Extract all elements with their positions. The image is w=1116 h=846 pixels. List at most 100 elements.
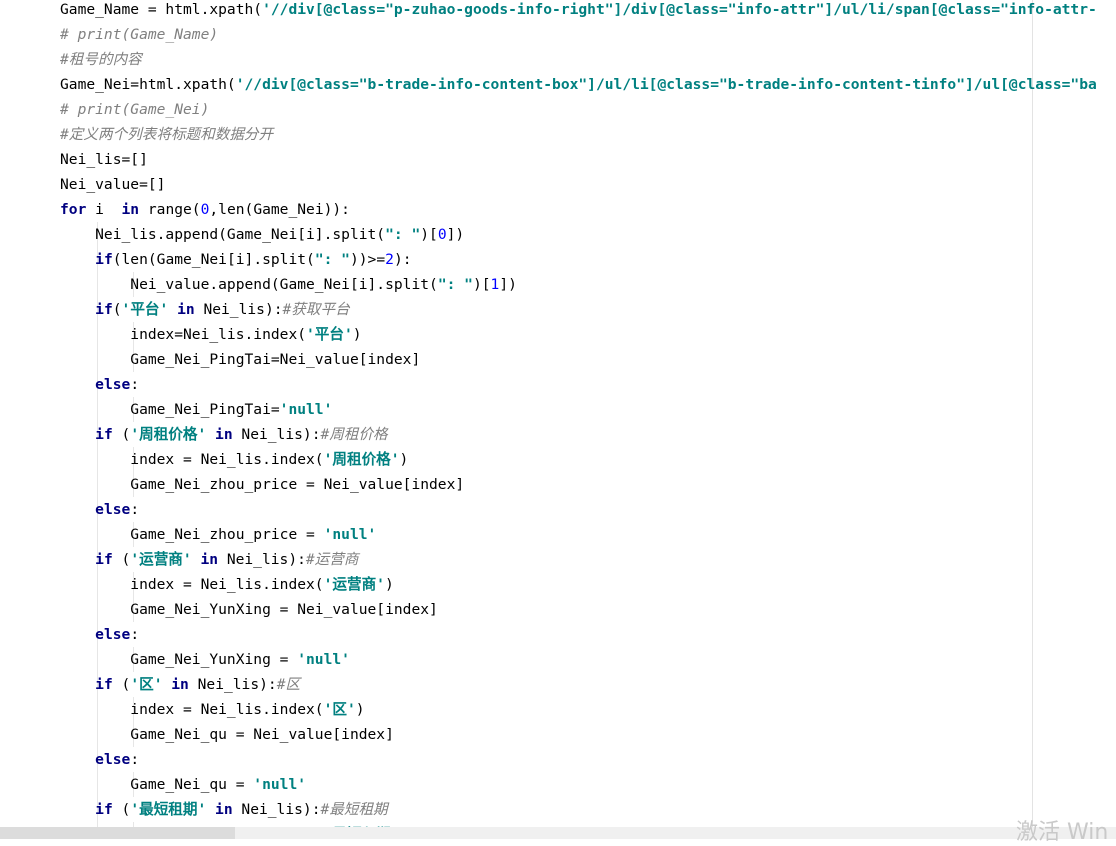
code-token: index = Nei_lis.index( — [60, 451, 324, 468]
code-token: Game_Nei_qu = — [60, 776, 254, 793]
code-token: Nei_lis): — [203, 301, 283, 318]
code-token: #周租价格 — [320, 426, 388, 443]
code-line[interactable]: Game_Nei_zhou_price = Nei_value[index] — [60, 472, 464, 497]
code-token: '运营商' — [323, 576, 385, 593]
code-token: in — [200, 551, 227, 568]
code-token: #定义两个列表将标题和数据分开 — [60, 126, 274, 143]
code-token: )[ — [420, 226, 438, 243]
code-token: )[ — [472, 276, 491, 293]
code-token: index=Nei_lis.index( — [60, 326, 307, 343]
code-line[interactable]: Nei_value.append(Game_Nei[i].split(": ")… — [60, 272, 517, 297]
code-line[interactable]: for i in range(0,len(Game_Nei)): — [60, 197, 350, 222]
code-token: ]) — [446, 226, 465, 243]
code-token: ": " — [314, 251, 350, 268]
code-line[interactable]: if(len(Game_Nei[i].split(": "))>=2): — [60, 247, 411, 272]
code-token: '区' — [130, 676, 172, 693]
code-line[interactable]: index=Nei_lis.index('平台') — [60, 322, 362, 347]
code-line[interactable]: else: — [60, 622, 139, 647]
code-token: ) — [352, 326, 362, 343]
code-token: Nei_value=[] — [60, 176, 166, 193]
code-token: if — [95, 301, 113, 318]
code-line[interactable]: # print(Game_Name) — [60, 22, 218, 47]
code-line[interactable]: #租号的内容 — [60, 47, 142, 72]
code-token: #最短租期 — [320, 801, 388, 818]
code-token: #获取平台 — [282, 301, 350, 318]
code-token: else — [95, 626, 131, 643]
code-line[interactable]: Game_Nei=html.xpath('//div[@class="b-tra… — [60, 72, 1097, 97]
code-token: in — [215, 801, 242, 818]
code-line[interactable]: if ('最短租期' in Nei_lis):#最短租期 — [60, 797, 388, 822]
code-line[interactable]: # print(Game_Nei) — [60, 97, 209, 122]
code-line[interactable]: Game_Nei_YunXing = Nei_value[index] — [60, 597, 438, 622]
code-line[interactable]: index = Nei_lis.index('周租价格') — [60, 447, 408, 472]
code-token: (len(Game_Nei[i].split( — [112, 251, 315, 268]
horizontal-scrollbar-thumb[interactable] — [0, 827, 235, 839]
code-token: '//div[@class="b-trade-info-content-box"… — [235, 76, 1097, 93]
code-editor[interactable]: Game_Name = html.xpath('//div[@class="p-… — [0, 0, 1116, 839]
code-token: 'null' — [279, 401, 333, 418]
code-token: Game_Name = html.xpath( — [60, 1, 263, 18]
code-line[interactable]: Nei_lis=[] — [60, 147, 148, 172]
code-line[interactable]: else: — [60, 372, 139, 397]
code-token: i — [95, 201, 122, 218]
code-token: ) — [355, 701, 365, 718]
code-token: ,len(Game_Nei)): — [209, 201, 350, 218]
code-token: '//div[@class="p-zuhao-goods-info-right"… — [262, 1, 1097, 18]
code-token: index = Nei_lis.index( — [60, 701, 324, 718]
code-token: Game_Nei_PingTai= — [60, 401, 280, 418]
code-token: '区' — [323, 701, 356, 718]
code-line[interactable]: Game_Nei_YunXing = 'null' — [60, 647, 350, 672]
code-line[interactable]: if ('周租价格' in Nei_lis):#周租价格 — [60, 422, 388, 447]
code-token: if — [95, 426, 122, 443]
code-token: '周租价格' — [130, 426, 216, 443]
code-line[interactable]: Nei_lis.append(Game_Nei[i].split(": ")[0… — [60, 222, 464, 247]
code-line[interactable]: Game_Nei_qu = Nei_value[index] — [60, 722, 394, 747]
code-line[interactable]: if ('区' in Nei_lis):#区 — [60, 672, 300, 697]
code-token: Nei_lis): — [197, 676, 277, 693]
code-token: Game_Nei_zhou_price = Nei_value[index] — [60, 476, 465, 493]
code-line[interactable]: Game_Nei_PingTai='null' — [60, 397, 332, 422]
code-token: # print(Game_Nei) — [60, 101, 210, 118]
code-token: ( — [121, 676, 131, 693]
code-line[interactable]: Game_Nei_zhou_price = 'null' — [60, 522, 376, 547]
code-token: ": " — [437, 276, 473, 293]
code-token: # print(Game_Name) — [60, 26, 219, 43]
code-token: for — [60, 201, 96, 218]
code-line[interactable]: Nei_value=[] — [60, 172, 165, 197]
code-line[interactable]: if ('运营商' in Nei_lis):#运营商 — [60, 547, 358, 572]
code-token: if — [95, 251, 113, 268]
code-line[interactable]: if('平台' in Nei_lis):#获取平台 — [60, 297, 350, 322]
code-line[interactable]: Game_Name = html.xpath('//div[@class="p-… — [60, 0, 1097, 22]
code-token: #运营商 — [305, 551, 359, 568]
code-line[interactable]: Game_Nei_PingTai=Nei_value[index] — [60, 347, 420, 372]
code-token: 'null' — [253, 776, 307, 793]
code-line[interactable]: else: — [60, 497, 139, 522]
code-line[interactable]: index = Nei_lis.index('运营商') — [60, 572, 393, 597]
code-line[interactable]: else: — [60, 747, 139, 772]
code-token: else — [95, 501, 131, 518]
code-token: if — [95, 551, 122, 568]
code-token: : — [130, 501, 140, 518]
code-token: Game_Nei=html.xpath( — [60, 76, 236, 93]
code-line[interactable]: Game_Nei_qu = 'null' — [60, 772, 306, 797]
code-token: Nei_value.append(Game_Nei[i].split( — [60, 276, 438, 293]
code-token: in — [121, 201, 148, 218]
code-token: ( — [121, 426, 131, 443]
code-token: Nei_lis=[] — [60, 151, 148, 168]
code-token: ( — [121, 801, 131, 818]
code-token: if — [95, 801, 122, 818]
code-token: Game_Nei_qu = Nei_value[index] — [60, 726, 394, 743]
code-token: index = Nei_lis.index( — [60, 576, 324, 593]
code-line[interactable]: index = Nei_lis.index('区') — [60, 697, 365, 722]
code-token: '周租价格' — [323, 451, 400, 468]
code-token: '平台' — [306, 326, 353, 343]
code-token: : — [130, 626, 140, 643]
code-line[interactable]: #定义两个列表将标题和数据分开 — [60, 122, 273, 147]
code-token: Nei_lis.append(Game_Nei[i].split( — [60, 226, 386, 243]
code-token: Game_Nei_zhou_price = — [60, 526, 324, 543]
